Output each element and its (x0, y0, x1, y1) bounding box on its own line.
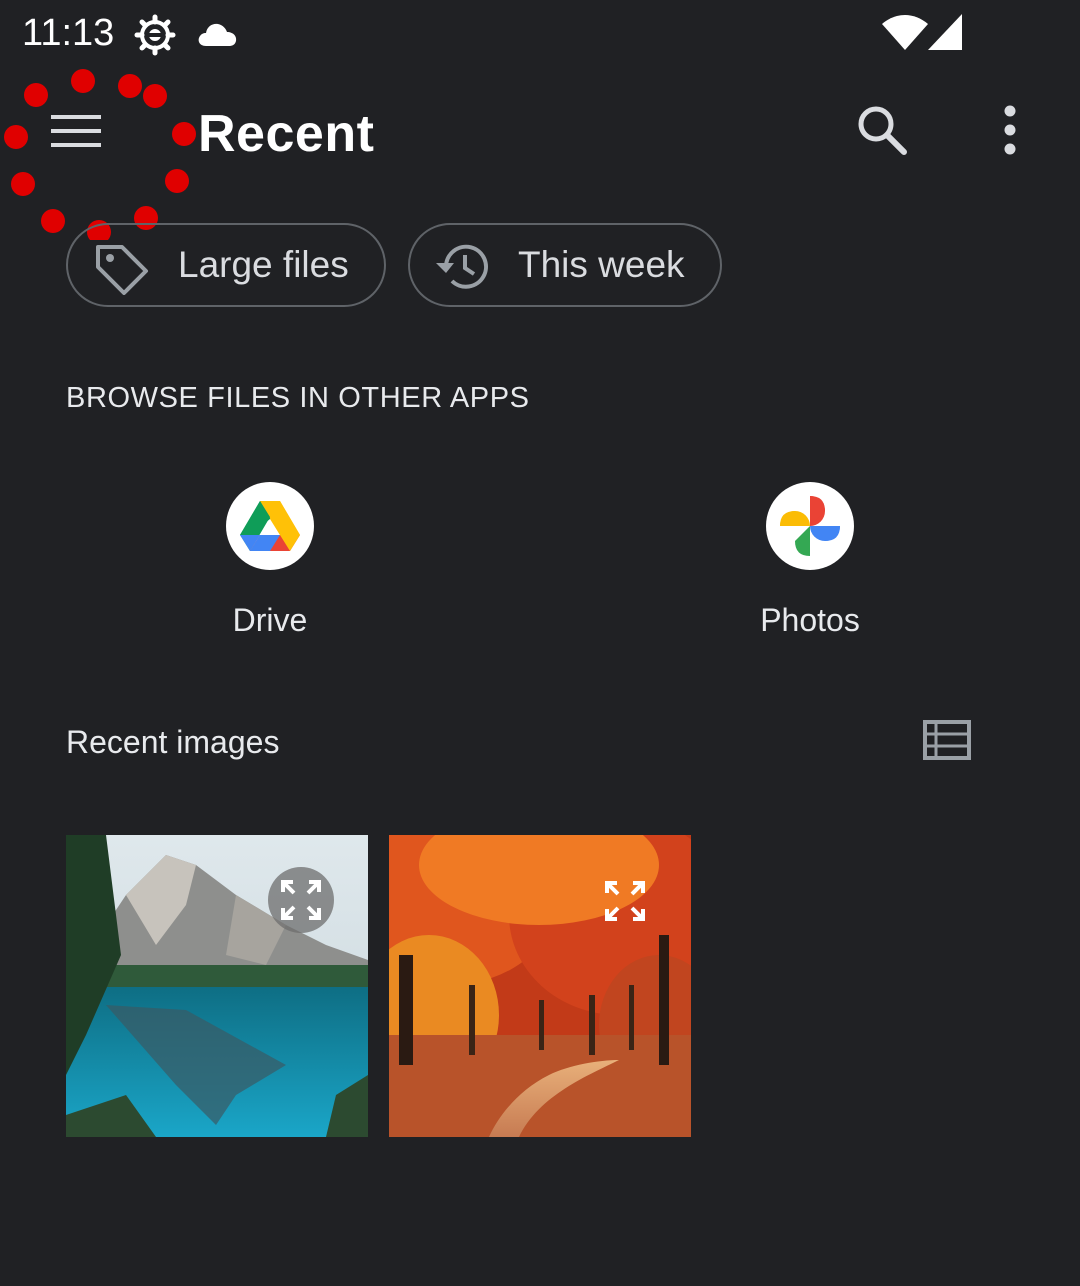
app-shortcut-drive[interactable]: Drive (170, 482, 370, 652)
status-time: 11:13 (22, 12, 115, 54)
chip-label: Large files (178, 244, 349, 285)
app-label-photos: Photos (760, 602, 860, 638)
chip-label: This week (518, 244, 685, 285)
view-toggle-button[interactable] (912, 712, 982, 772)
settings-gear-icon (134, 14, 176, 61)
chip-this-week[interactable]: This week (408, 223, 722, 307)
browse-section-header: BROWSE FILES IN OTHER APPS (66, 382, 530, 414)
search-button[interactable] (846, 96, 918, 168)
recent-images-title: Recent images (66, 724, 280, 760)
image-thumbnail-autumn-forest[interactable] (389, 835, 691, 1137)
menu-icon (51, 113, 103, 154)
image-thumbnail-mountain-lake[interactable] (66, 835, 368, 1137)
search-icon (856, 104, 908, 161)
expand-icon (605, 881, 645, 921)
more-options-button[interactable] (974, 96, 1046, 168)
expand-icon (281, 880, 321, 920)
page-title: Recent (198, 105, 375, 163)
app-shortcut-photos[interactable]: Photos (710, 482, 910, 652)
history-icon (432, 241, 492, 298)
expand-button[interactable] (268, 867, 334, 933)
app-bar: Recent (0, 68, 1080, 200)
expand-button[interactable] (592, 868, 658, 934)
cloud-icon (196, 20, 238, 53)
wifi-icon (882, 14, 928, 55)
more-vert-icon (1002, 105, 1018, 160)
cell-signal-icon (928, 14, 964, 55)
google-photos-icon (766, 482, 854, 570)
google-drive-icon (226, 482, 314, 570)
tag-icon (94, 243, 150, 300)
app-label-drive: Drive (232, 602, 308, 638)
chip-large-files[interactable]: Large files (66, 223, 386, 307)
menu-button[interactable] (28, 90, 126, 176)
list-view-icon (923, 719, 971, 765)
status-bar: 11:13 (0, 0, 1080, 68)
